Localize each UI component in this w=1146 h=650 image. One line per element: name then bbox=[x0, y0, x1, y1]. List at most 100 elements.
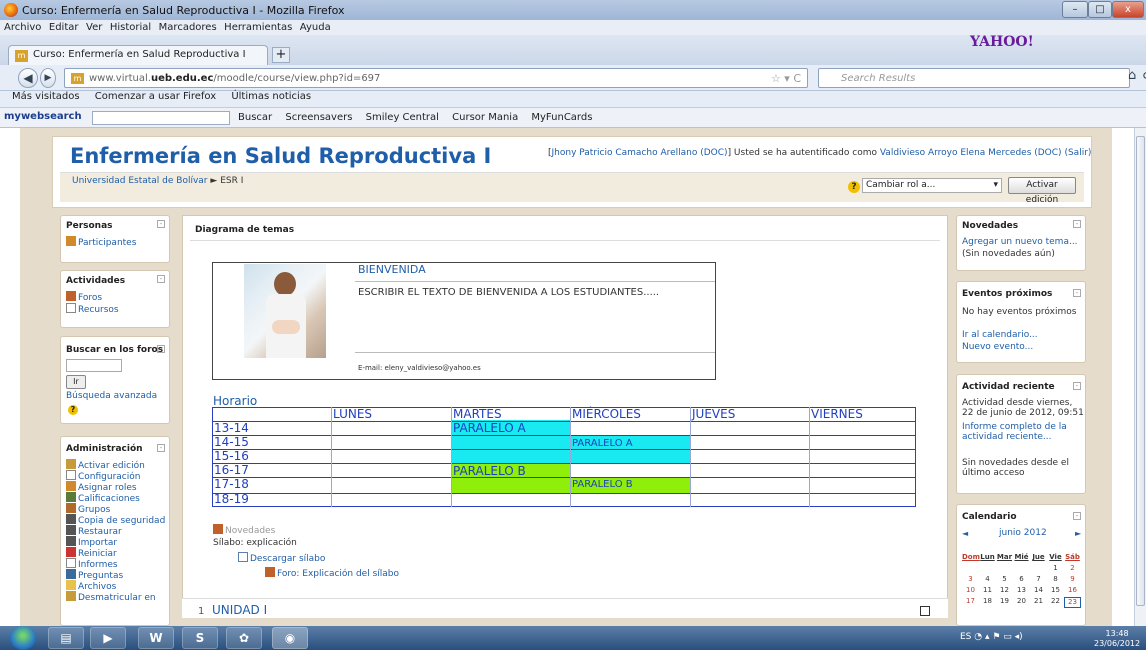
toolbar-myfuncards[interactable]: MyFunCards bbox=[531, 112, 592, 123]
edit-mode-button[interactable]: Activar edición bbox=[1008, 177, 1076, 205]
search-icon[interactable]: ⚲ bbox=[1142, 70, 1146, 84]
bookmark-mas-visitados[interactable]: Más visitados bbox=[12, 91, 80, 102]
menu-herramientas[interactable]: Herramientas bbox=[224, 22, 292, 33]
hour-16-17: 16-17 bbox=[214, 463, 249, 477]
add-topic-link[interactable]: Agregar un nuevo tema... bbox=[962, 237, 1078, 247]
url-host: www.virtual. bbox=[89, 73, 151, 84]
forum-search-input[interactable] bbox=[66, 359, 122, 372]
skype-taskbar-icon[interactable]: S bbox=[182, 627, 218, 649]
paralelo-a-martes: PARALELO A bbox=[453, 421, 526, 435]
section-title: UNIDAD I bbox=[212, 603, 268, 617]
role-select[interactable]: Cambiar rol a... bbox=[862, 178, 1002, 193]
next-month-button[interactable]: ► bbox=[1075, 529, 1081, 538]
advanced-search-link[interactable]: Búsqueda avanzada bbox=[66, 391, 157, 401]
paralelo-a-miercoles: PARALELO A bbox=[572, 438, 633, 449]
home-icon[interactable]: ⌂ bbox=[1128, 68, 1136, 83]
back-button[interactable]: ◀ bbox=[18, 68, 38, 88]
calendar-weekdays: Dom Lun Mar Mié Jue Vie Sáb bbox=[962, 553, 1080, 561]
foro-silabo-link[interactable]: Foro: Explicación del sílabo bbox=[265, 567, 399, 579]
reports-icon bbox=[66, 558, 76, 568]
toolbar-search-input[interactable] bbox=[92, 111, 230, 125]
collapse-icon[interactable]: - bbox=[157, 345, 165, 353]
url-domain: ueb.edu.ec bbox=[150, 73, 214, 84]
search-input[interactable]: Search Results ⚲ bbox=[818, 68, 1146, 88]
schedule-col-line bbox=[570, 407, 571, 507]
tab-course[interactable]: m Curso: Enfermería en Salud Reproductiv… bbox=[8, 45, 268, 65]
participantes-link[interactable]: Participantes bbox=[66, 236, 136, 248]
block-title: Actividades bbox=[66, 276, 126, 286]
paint-taskbar-icon[interactable]: ✿ bbox=[226, 627, 262, 649]
user-link[interactable]: Jhony Patricio Camacho Arellano (DOC) bbox=[552, 148, 728, 158]
forum-search-button[interactable]: Ir bbox=[66, 375, 86, 389]
schedule-row-line bbox=[212, 449, 916, 450]
new-event-link[interactable]: Nuevo evento... bbox=[962, 342, 1033, 352]
help-icon[interactable]: ? bbox=[848, 181, 860, 193]
bookmark-comenzar[interactable]: Comenzar a usar Firefox bbox=[95, 91, 216, 102]
menu-marcadores[interactable]: Marcadores bbox=[159, 22, 217, 33]
auth-user-link[interactable]: Valdivieso Arroyo Elena Mercedes (DOC) bbox=[880, 148, 1062, 158]
tray-icons[interactable]: ◔ ▴ ⚑ ▭ ◂) bbox=[974, 632, 1022, 642]
block-title: Buscar en los foros bbox=[66, 345, 164, 355]
prev-month-button[interactable]: ◄ bbox=[962, 529, 968, 538]
collapse-icon[interactable]: - bbox=[1073, 512, 1081, 520]
month-title[interactable]: junio 2012 bbox=[999, 528, 1047, 538]
collapse-icon[interactable]: - bbox=[157, 444, 165, 452]
day-martes: MARTES bbox=[453, 407, 502, 421]
menu-ayuda[interactable]: Ayuda bbox=[300, 22, 331, 33]
bookmark-star-icon[interactable]: ☆ ▾ C bbox=[771, 72, 801, 85]
breadcrumb-home[interactable]: Universidad Estatal de Bolívar bbox=[72, 176, 208, 186]
toolbar-buscar[interactable]: Buscar bbox=[238, 112, 272, 123]
menu-ver[interactable]: Ver bbox=[86, 22, 102, 33]
topics-heading: Diagrama de temas bbox=[195, 225, 295, 235]
schedule-row-line bbox=[212, 421, 916, 422]
day-miercoles: MIÉRCOLES bbox=[572, 407, 641, 421]
show-only-section-toggle[interactable] bbox=[920, 606, 930, 616]
hour-15-16: 15-16 bbox=[214, 449, 249, 463]
toolbar-cursor-mania[interactable]: Cursor Mania bbox=[452, 112, 518, 123]
users-icon bbox=[66, 236, 76, 246]
menu-historial[interactable]: Historial bbox=[110, 22, 151, 33]
maximize-button[interactable]: □ bbox=[1088, 1, 1112, 18]
document-icon bbox=[238, 552, 248, 562]
full-report-link[interactable]: Informe completo de la actividad recient… bbox=[962, 422, 1084, 442]
folder-icon bbox=[66, 580, 76, 590]
toolbar-smiley[interactable]: Smiley Central bbox=[366, 112, 439, 123]
new-tab-button[interactable]: + bbox=[272, 47, 290, 63]
block-eventos: Eventos próximos - No hay eventos próxim… bbox=[956, 281, 1086, 363]
toolbar-screensavers[interactable]: Screensavers bbox=[285, 112, 352, 123]
start-button[interactable] bbox=[10, 626, 36, 650]
resource-icon bbox=[66, 303, 76, 313]
import-icon bbox=[66, 536, 76, 546]
collapse-icon[interactable]: - bbox=[157, 275, 165, 283]
explorer-taskbar-icon[interactable]: ▤ bbox=[48, 627, 84, 649]
language-indicator[interactable]: ES bbox=[960, 632, 971, 642]
collapse-icon[interactable]: - bbox=[1073, 289, 1081, 297]
foros-link[interactable]: Foros bbox=[66, 291, 102, 303]
recursos-link[interactable]: Recursos bbox=[66, 303, 119, 315]
collapse-icon[interactable]: - bbox=[1073, 382, 1081, 390]
forward-button[interactable]: ▶ bbox=[40, 68, 56, 88]
menu-archivo[interactable]: Archivo bbox=[4, 22, 41, 33]
bookmark-noticias[interactable]: Últimas noticias bbox=[231, 91, 311, 102]
help-icon[interactable]: ? bbox=[68, 405, 78, 415]
calendar-week: 17 18 19 20 21 22 23 bbox=[962, 597, 1082, 608]
media-player-taskbar-icon[interactable]: ▶ bbox=[90, 627, 126, 649]
minimize-button[interactable]: – bbox=[1062, 1, 1088, 18]
address-bar[interactable]: m www.virtual.ueb.edu.ec/moodle/course/v… bbox=[64, 68, 808, 88]
logout-link[interactable]: (Salir) bbox=[1064, 148, 1091, 158]
word-taskbar-icon[interactable]: W bbox=[138, 627, 174, 649]
paralelo-b-miercoles: PARALELO B bbox=[572, 479, 633, 490]
vertical-scrollbar[interactable] bbox=[1134, 128, 1146, 626]
novedades-forum-link[interactable]: Novedades bbox=[213, 524, 275, 536]
breadcrumb: Universidad Estatal de Bolívar ► ESR I bbox=[72, 176, 243, 186]
collapse-icon[interactable]: - bbox=[1073, 220, 1081, 228]
firefox-taskbar-icon[interactable]: ◉ bbox=[272, 627, 308, 649]
menu-editar[interactable]: Editar bbox=[49, 22, 79, 33]
close-button[interactable]: x bbox=[1112, 1, 1144, 18]
descargar-silabo-link[interactable]: Descargar sílabo bbox=[238, 552, 325, 564]
collapse-icon[interactable]: - bbox=[157, 220, 165, 228]
clock[interactable]: 13:48 23/06/2012 bbox=[1094, 629, 1140, 649]
scrollbar-thumb[interactable] bbox=[1136, 136, 1145, 606]
admin-desmatricular[interactable]: Desmatricular en bbox=[66, 591, 156, 603]
calendar-link[interactable]: Ir al calendario... bbox=[962, 330, 1038, 340]
